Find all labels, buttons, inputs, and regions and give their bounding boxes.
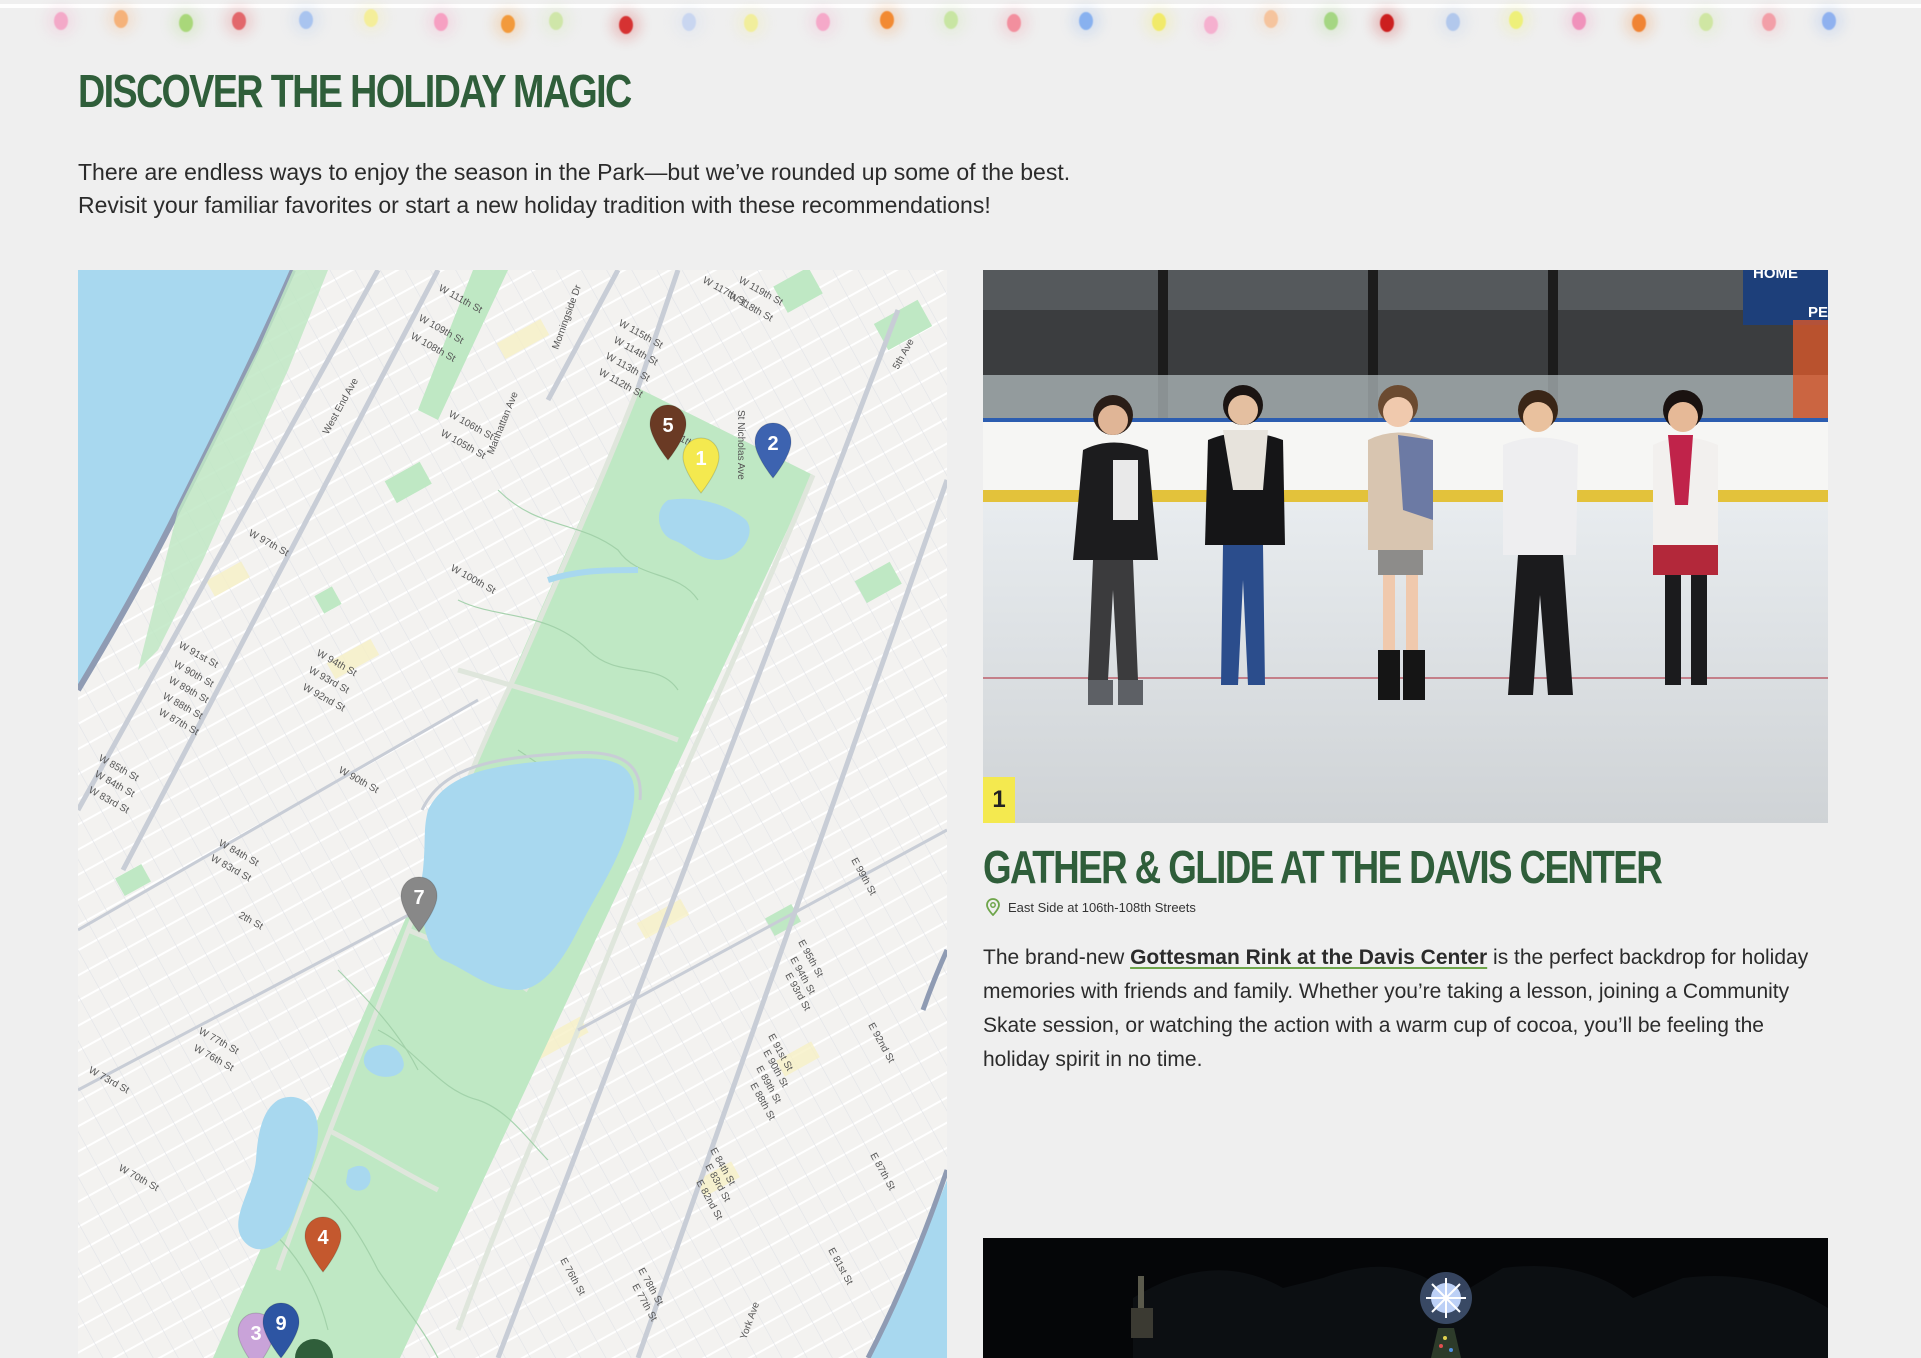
scoreboard-text: HOME	[1753, 270, 1798, 282]
map-marker-label: 7	[413, 887, 424, 909]
light-bulb	[1204, 16, 1218, 34]
central-park-map[interactable]: W 111th St W 109th St W 108th St W 106th St…	[78, 270, 947, 1358]
light-bulb	[1762, 13, 1776, 31]
light-bulb	[880, 11, 894, 29]
intro-line-2: Revisit your familiar favorites or start…	[78, 192, 991, 218]
light-bulb	[501, 15, 515, 33]
scoreboard-text-2: PE	[1808, 304, 1828, 321]
skating-photo-illustration: HOME PE	[983, 270, 1828, 823]
map-marker-label: 4	[317, 1227, 329, 1249]
location-pin-icon	[986, 898, 1000, 916]
light-bulb	[364, 9, 378, 27]
light-bulb	[1264, 10, 1278, 28]
light-bulb	[179, 14, 193, 32]
light-bulb	[1007, 14, 1021, 32]
light-bulb	[299, 11, 313, 29]
page-title: DISCOVER THE HOLIDAY MAGIC	[78, 65, 632, 117]
intro-line-1: There are endless ways to enjoy the seas…	[78, 159, 1071, 185]
light-bulb	[1822, 12, 1836, 30]
intro-text: There are endless ways to enjoy the seas…	[78, 156, 1278, 222]
holiday-lights-banner	[0, 0, 1921, 44]
map-marker-label: 5	[662, 415, 673, 437]
light-bulb	[1079, 12, 1093, 30]
card-location: East Side at 106th-108th Streets	[986, 898, 1196, 916]
light-bulb	[619, 16, 633, 34]
night-photo-illustration	[983, 1238, 1828, 1358]
light-bulb	[114, 10, 128, 28]
light-bulb	[1380, 14, 1394, 32]
card-title: GATHER & GLIDE AT THE DAVIS CENTER	[983, 841, 1663, 893]
light-bulb	[549, 12, 563, 30]
street-label: St Nicholas Ave	[735, 410, 746, 480]
light-bulb	[1152, 13, 1166, 31]
light-bulb	[816, 13, 830, 31]
davis-center-link[interactable]: Gottesman Rink at the Davis Center	[1130, 946, 1487, 969]
light-bulb	[744, 14, 758, 32]
light-bulb	[434, 13, 448, 31]
light-bulb	[1632, 14, 1646, 32]
light-bulb	[682, 13, 696, 31]
light-bulb	[944, 11, 958, 29]
card-description: The brand-new Gottesman Rink at the Davi…	[983, 941, 1833, 1077]
lights-wire	[0, 4, 1921, 8]
card-number-badge: 1	[983, 777, 1015, 823]
light-bulb	[1324, 12, 1338, 30]
map-marker-label: 2	[767, 433, 778, 455]
light-bulb	[1699, 13, 1713, 31]
card-location-text: East Side at 106th-108th Streets	[1008, 899, 1196, 915]
holiday-night-photo	[983, 1238, 1828, 1358]
map-marker-label: 1	[695, 448, 706, 470]
light-bulb	[54, 12, 68, 30]
skating-photo: HOME PE	[983, 270, 1828, 823]
light-bulb	[1509, 11, 1523, 29]
map-marker-label: 9	[275, 1313, 286, 1335]
light-bulb	[1572, 12, 1586, 30]
map-marker-label: 3	[250, 1323, 261, 1345]
light-bulb	[1446, 13, 1460, 31]
card-body-before: The brand-new	[983, 946, 1131, 969]
map-canvas[interactable]: W 111th StW 109th StW 108th StW 106th St…	[78, 270, 947, 1358]
light-bulb	[232, 12, 246, 30]
